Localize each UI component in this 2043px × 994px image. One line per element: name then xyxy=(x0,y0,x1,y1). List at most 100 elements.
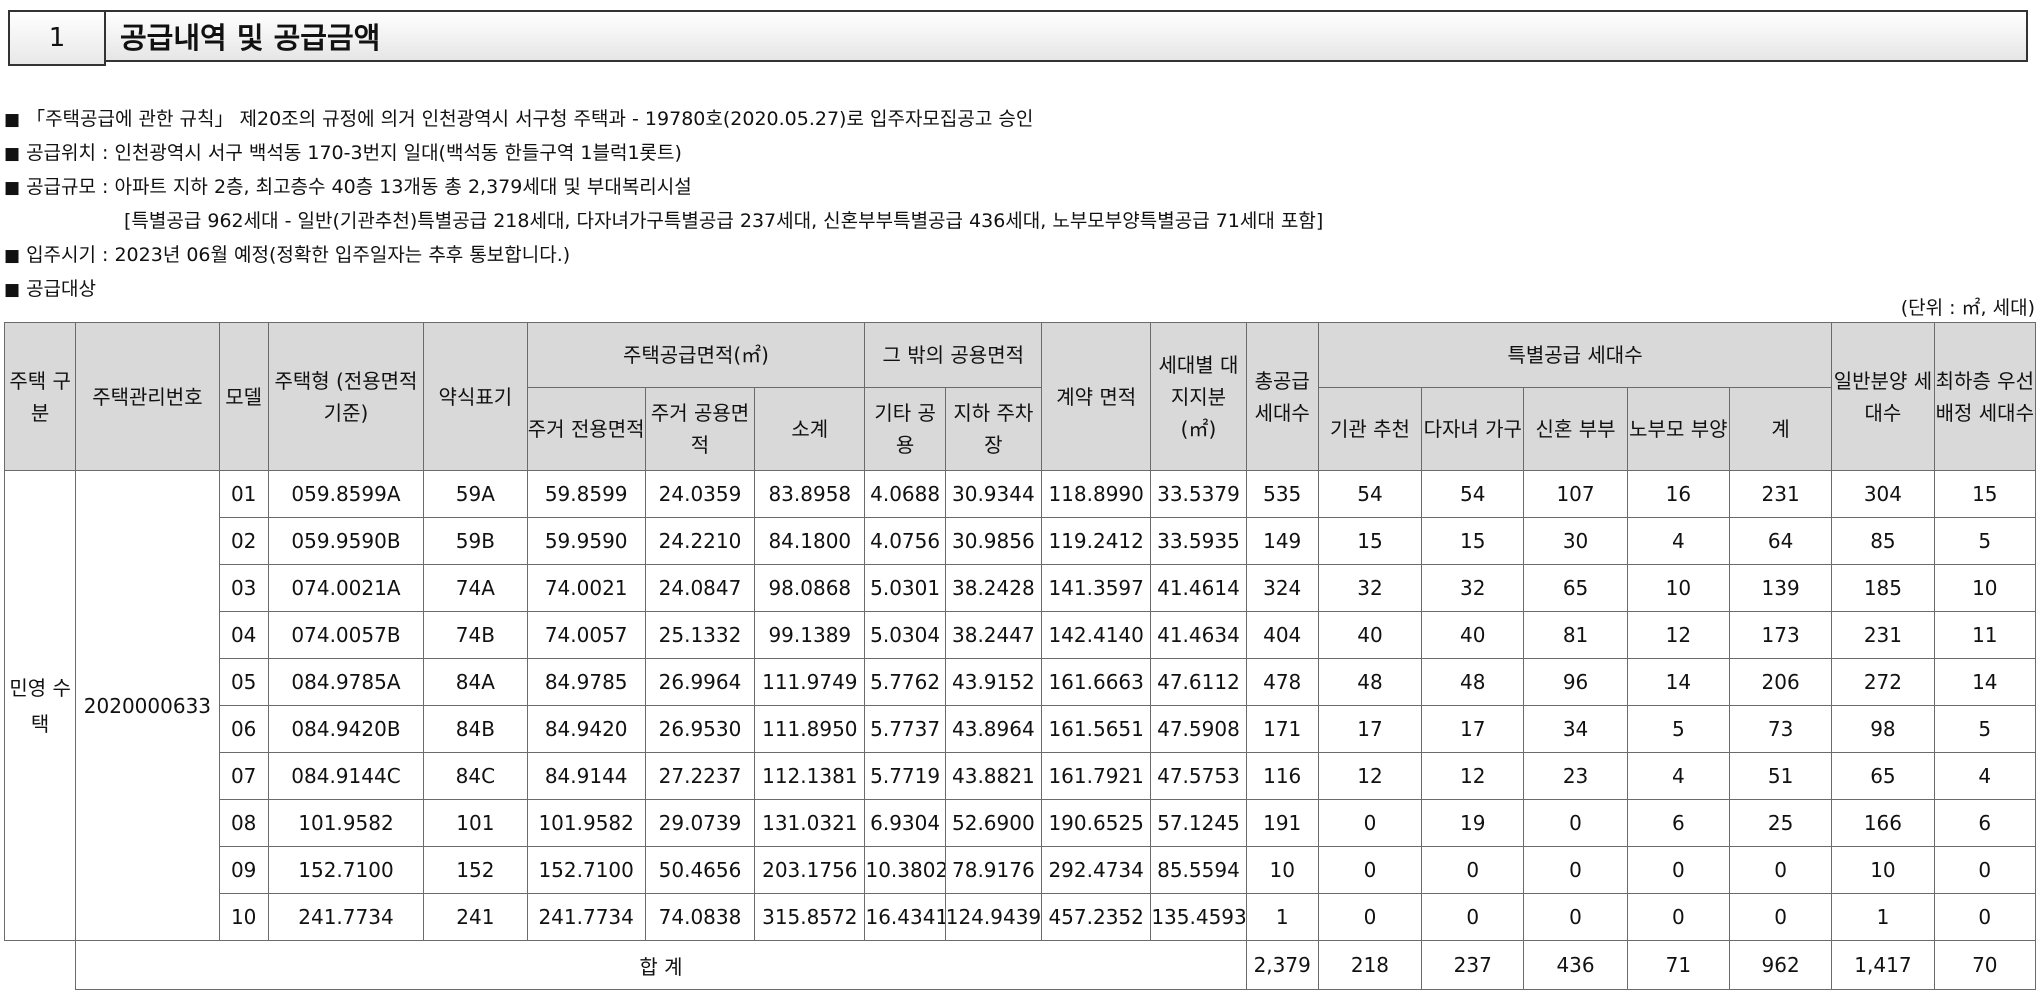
cell-excl: 59.9590 xyxy=(526,517,646,565)
cell-type: 152.7100 xyxy=(267,846,425,894)
cell-common: 50.4656 xyxy=(644,846,756,894)
cell-inst: 12 xyxy=(1317,752,1423,800)
cell-total: 1 xyxy=(1245,893,1319,941)
cell-elder: 6 xyxy=(1626,799,1730,847)
header-general: 일반분양 세대수 xyxy=(1831,322,1935,471)
table-row: 03 074.0021A 74A 74.0021 24.0847 98.0868 5.030… xyxy=(5,564,2037,612)
header-etc-common: 기타 공용 xyxy=(864,387,946,471)
cell-common: 74.0838 xyxy=(644,893,756,941)
note-target: ■ 공급대상 xyxy=(4,274,2034,308)
cell-sub: 99.1389 xyxy=(754,611,866,659)
cell-sp-sum: 0 xyxy=(1728,893,1833,941)
cell-short: 84C xyxy=(423,752,528,800)
cell-land: 57.1245 xyxy=(1150,799,1247,847)
cell-sub: 111.9749 xyxy=(754,658,866,706)
cell-multi: 19 xyxy=(1421,799,1525,847)
header-special-sum: 계 xyxy=(1728,387,1833,471)
cell-low: 11 xyxy=(1933,611,2037,659)
cell-newly: 34 xyxy=(1523,705,1628,753)
cell-multi: 0 xyxy=(1421,846,1525,894)
cell-sp-sum: 206 xyxy=(1728,658,1833,706)
cell-park: 52.6900 xyxy=(944,799,1043,847)
cell-sp-sum: 139 xyxy=(1728,564,1833,612)
total-general: 1,417 xyxy=(1831,940,1935,990)
cell-common: 24.0359 xyxy=(644,470,756,518)
cell-newly: 30 xyxy=(1523,517,1628,565)
table-body: 민영 수택 2020000633 01 059.8599A 59A 59.8599 24.0… xyxy=(3,470,2037,990)
cell-newly: 23 xyxy=(1523,752,1628,800)
cell-contract: 161.5651 xyxy=(1041,705,1152,753)
cell-type: 059.9590B xyxy=(267,517,425,565)
cell-etc: 5.0304 xyxy=(864,611,946,659)
cell-low: 14 xyxy=(1933,658,2037,706)
cell-contract: 457.2352 xyxy=(1041,893,1152,941)
cell-excl: 74.0057 xyxy=(526,611,646,659)
cell-etc: 10.3802 xyxy=(864,846,946,894)
header-res-exclusive: 주거 전용면적 xyxy=(526,387,646,471)
cell-total: 324 xyxy=(1245,564,1319,612)
bullet-icon: ■ xyxy=(4,144,21,164)
cell-low: 15 xyxy=(1933,470,2037,518)
cell-sub: 315.8572 xyxy=(754,893,866,941)
header-special: 특별공급 세대수 xyxy=(1317,322,1833,388)
cell-park: 124.9439 xyxy=(944,893,1043,941)
cell-etc: 5.7762 xyxy=(864,658,946,706)
cell-newly: 0 xyxy=(1523,846,1628,894)
cell-land: 33.5379 xyxy=(1150,470,1247,518)
cell-total: 149 xyxy=(1245,517,1319,565)
header-elderly: 노부모 부양 xyxy=(1626,387,1730,471)
cell-excl: 84.9420 xyxy=(526,705,646,753)
cell-model: 06 xyxy=(218,705,269,753)
cell-inst: 15 xyxy=(1317,517,1423,565)
cell-etc: 5.7737 xyxy=(864,705,946,753)
unit-label: (단위 : ㎡, 세대) xyxy=(1900,297,2035,319)
cell-sub: 203.1756 xyxy=(754,846,866,894)
cell-multi: 48 xyxy=(1421,658,1525,706)
total-low: 70 xyxy=(1933,940,2037,990)
bullet-icon: ■ xyxy=(4,178,21,198)
cell-excl: 74.0021 xyxy=(526,564,646,612)
cell-inst: 0 xyxy=(1317,799,1423,847)
cell-multi: 12 xyxy=(1421,752,1525,800)
cell-contract: 161.7921 xyxy=(1041,752,1152,800)
cell-general: 85 xyxy=(1831,517,1935,565)
cell-sp-sum: 73 xyxy=(1728,705,1833,753)
cell-general: 166 xyxy=(1831,799,1935,847)
cell-sp-sum: 231 xyxy=(1728,470,1833,518)
cell-sub: 83.8958 xyxy=(754,470,866,518)
cell-short: 59B xyxy=(423,517,528,565)
cell-newly: 0 xyxy=(1523,893,1628,941)
cell-excl: 152.7100 xyxy=(526,846,646,894)
cell-excl: 241.7734 xyxy=(526,893,646,941)
cell-inst: 17 xyxy=(1317,705,1423,753)
cell-common: 24.2210 xyxy=(644,517,756,565)
cell-contract: 141.3597 xyxy=(1041,564,1152,612)
total-sp-sum: 962 xyxy=(1728,940,1833,990)
cell-elder: 5 xyxy=(1626,705,1730,753)
table-row: 02 059.9590B 59B 59.9590 24.2210 84.1800 4.075… xyxy=(5,517,2037,565)
header-housing-type: 주택 구분 xyxy=(3,322,77,471)
cell-park: 38.2447 xyxy=(944,611,1043,659)
cell-sub: 98.0868 xyxy=(754,564,866,612)
cell-short: 101 xyxy=(423,799,528,847)
header-subtotal: 소계 xyxy=(754,387,866,471)
table-row: 09 152.7100 152 152.7100 50.4656 203.1756 10.3… xyxy=(5,846,2037,894)
cell-low: 0 xyxy=(1933,846,2037,894)
housing-category-cell: 민영 수택 xyxy=(3,470,77,941)
note-text: [특별공급 962세대 - 일반(기관추천)특별공급 218세대, 다자녀가구특… xyxy=(124,210,1324,232)
cell-excl: 101.9582 xyxy=(526,799,646,847)
cell-excl: 84.9144 xyxy=(526,752,646,800)
cell-total: 191 xyxy=(1245,799,1319,847)
cell-sub: 131.0321 xyxy=(754,799,866,847)
cell-park: 78.9176 xyxy=(944,846,1043,894)
cell-contract: 292.4734 xyxy=(1041,846,1152,894)
cell-inst: 0 xyxy=(1317,893,1423,941)
header-institution: 기관 추천 xyxy=(1317,387,1423,471)
cell-low: 10 xyxy=(1933,564,2037,612)
cell-sp-sum: 64 xyxy=(1728,517,1833,565)
header-basement-parking: 지하 주차장 xyxy=(944,387,1043,471)
note-approval: ■ 「주택공급에 관한 규칙」 제20조의 규정에 의거 인천광역시 서구청 주택… xyxy=(4,104,2034,138)
header-short: 약식표기 xyxy=(423,322,528,471)
cell-etc: 5.7719 xyxy=(864,752,946,800)
cell-park: 38.2428 xyxy=(944,564,1043,612)
